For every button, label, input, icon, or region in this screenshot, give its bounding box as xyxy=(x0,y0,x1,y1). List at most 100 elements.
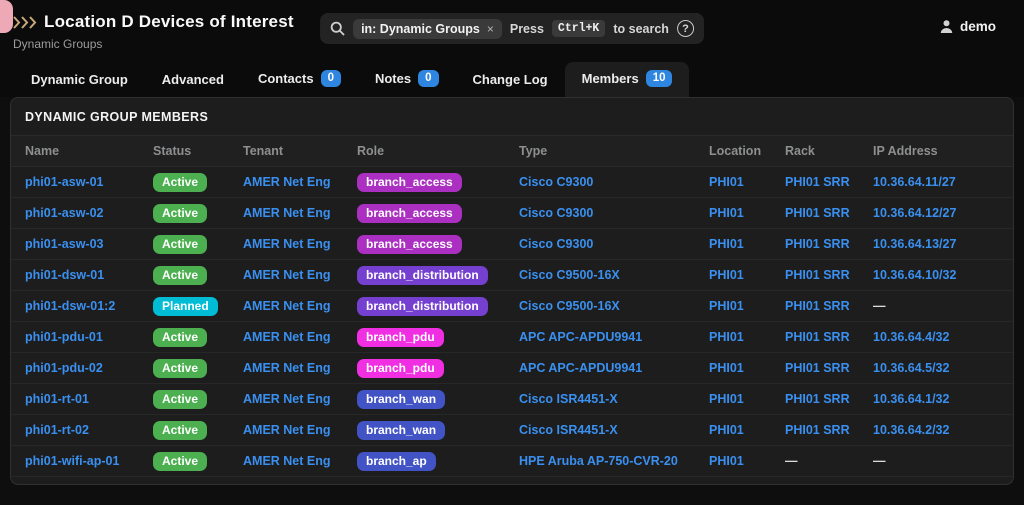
role-badge[interactable]: branch_pdu xyxy=(357,359,444,378)
role-badge[interactable]: branch_distribution xyxy=(357,266,488,285)
tab-contacts[interactable]: Contacts 0 xyxy=(241,62,358,97)
device-type-link[interactable]: Cisco ISR4451-X xyxy=(519,423,618,437)
role-badge[interactable]: branch_pdu xyxy=(357,328,444,347)
ip-address-link[interactable]: 10.36.64.13/27 xyxy=(873,237,956,251)
role-badge[interactable]: branch_wan xyxy=(357,390,445,409)
tab-dynamic-group[interactable]: Dynamic Group xyxy=(14,64,145,97)
tab-change-log[interactable]: Change Log xyxy=(456,64,565,97)
ip-address-link[interactable]: 10.36.64.1/32 xyxy=(873,392,949,406)
device-type-link[interactable]: HPE Aruba AP-750-CVR-20 xyxy=(519,454,678,468)
tenant-link[interactable]: AMER Net Eng xyxy=(243,423,331,437)
device-type-link[interactable]: Cisco C9300 xyxy=(519,175,593,189)
rack-link[interactable]: PHI01 SRR xyxy=(785,237,850,251)
location-link[interactable]: PHI01 xyxy=(709,175,744,189)
role-badge[interactable]: branch_wan xyxy=(357,421,445,440)
tab-advanced[interactable]: Advanced xyxy=(145,64,241,97)
device-link[interactable]: phi01-wifi-ap-01 xyxy=(25,454,119,468)
device-link[interactable]: phi01-asw-03 xyxy=(25,237,104,251)
rack-link[interactable]: PHI01 SRR xyxy=(785,268,850,282)
ip-address-link[interactable]: 10.36.64.11/27 xyxy=(873,175,956,189)
tab-notes[interactable]: Notes 0 xyxy=(358,62,456,97)
tenant-link[interactable]: AMER Net Eng xyxy=(243,361,331,375)
device-type-link[interactable]: Cisco C9300 xyxy=(519,237,593,251)
rack-link[interactable]: PHI01 SRR xyxy=(785,175,850,189)
device-link[interactable]: phi01-pdu-02 xyxy=(25,361,103,375)
sidebar-expand-chevrons-icon[interactable] xyxy=(13,16,37,29)
tab-members[interactable]: Members 10 xyxy=(565,62,690,97)
location-link[interactable]: PHI01 xyxy=(709,237,744,251)
status-badge[interactable]: Active xyxy=(153,452,207,471)
location-link[interactable]: PHI01 xyxy=(709,361,744,375)
device-type-link[interactable]: APC APC-APDU9941 xyxy=(519,330,642,344)
tenant-link[interactable]: AMER Net Eng xyxy=(243,454,331,468)
device-link[interactable]: phi01-asw-01 xyxy=(25,175,104,189)
col-header-status[interactable]: Status xyxy=(145,136,235,167)
status-badge[interactable]: Active xyxy=(153,390,207,409)
search-filter-chip[interactable]: in: Dynamic Groups × xyxy=(353,19,502,39)
rack-link[interactable]: PHI01 SRR xyxy=(785,206,850,220)
device-type-link[interactable]: Cisco ISR4451-X xyxy=(519,392,618,406)
ip-address-link[interactable]: 10.36.64.10/32 xyxy=(873,268,956,282)
status-badge[interactable]: Active xyxy=(153,359,207,378)
breadcrumb[interactable]: Dynamic Groups xyxy=(13,37,294,51)
device-link[interactable]: phi01-dsw-01 xyxy=(25,268,104,282)
user-menu[interactable]: demo xyxy=(939,19,996,34)
ip-address-link[interactable]: 10.36.64.12/27 xyxy=(873,206,956,220)
tenant-link[interactable]: AMER Net Eng xyxy=(243,330,331,344)
device-link[interactable]: phi01-rt-01 xyxy=(25,392,89,406)
col-header-role[interactable]: Role xyxy=(349,136,511,167)
device-link[interactable]: phi01-dsw-01:2 xyxy=(25,299,115,313)
tenant-link[interactable]: AMER Net Eng xyxy=(243,175,331,189)
cell-rack: PHI01 SRR xyxy=(777,260,865,291)
device-link[interactable]: phi01-pdu-01 xyxy=(25,330,103,344)
device-type-link[interactable]: APC APC-APDU9941 xyxy=(519,361,642,375)
col-header-rack[interactable]: Rack xyxy=(777,136,865,167)
tenant-link[interactable]: AMER Net Eng xyxy=(243,392,331,406)
status-badge[interactable]: Active xyxy=(153,266,207,285)
device-type-link[interactable]: Cisco C9300 xyxy=(519,206,593,220)
sidebar-pink-notch[interactable] xyxy=(0,0,13,33)
location-link[interactable]: PHI01 xyxy=(709,423,744,437)
status-badge[interactable]: Active xyxy=(153,421,207,440)
chip-close-icon[interactable]: × xyxy=(487,22,494,36)
col-header-tenant[interactable]: Tenant xyxy=(235,136,349,167)
col-header-location[interactable]: Location xyxy=(701,136,777,167)
role-badge[interactable]: branch_distribution xyxy=(357,297,488,316)
rack-link[interactable]: PHI01 SRR xyxy=(785,392,850,406)
rack-link[interactable]: PHI01 SRR xyxy=(785,423,850,437)
device-link[interactable]: phi01-asw-02 xyxy=(25,206,104,220)
tenant-link[interactable]: AMER Net Eng xyxy=(243,237,331,251)
col-header-name[interactable]: Name xyxy=(11,136,145,167)
device-link[interactable]: phi01-rt-02 xyxy=(25,423,89,437)
tenant-link[interactable]: AMER Net Eng xyxy=(243,268,331,282)
ip-address-link[interactable]: 10.36.64.5/32 xyxy=(873,361,949,375)
ip-address-link[interactable]: 10.36.64.2/32 xyxy=(873,423,949,437)
location-link[interactable]: PHI01 xyxy=(709,299,744,313)
role-badge[interactable]: branch_ap xyxy=(357,452,436,471)
rack-link[interactable]: PHI01 SRR xyxy=(785,299,850,313)
col-header-type[interactable]: Type xyxy=(511,136,701,167)
device-type-link[interactable]: Cisco C9500-16X xyxy=(519,299,620,313)
ip-address-link[interactable]: 10.36.64.4/32 xyxy=(873,330,949,344)
device-type-link[interactable]: Cisco C9500-16X xyxy=(519,268,620,282)
status-badge[interactable]: Active xyxy=(153,204,207,223)
role-badge[interactable]: branch_access xyxy=(357,204,462,223)
location-link[interactable]: PHI01 xyxy=(709,206,744,220)
rack-link[interactable]: PHI01 SRR xyxy=(785,361,850,375)
role-badge[interactable]: branch_access xyxy=(357,235,462,254)
status-badge[interactable]: Planned xyxy=(153,297,218,316)
col-header-ip[interactable]: IP Address xyxy=(865,136,1013,167)
tenant-link[interactable]: AMER Net Eng xyxy=(243,206,331,220)
global-search-input[interactable]: in: Dynamic Groups × Press Ctrl+K to sea… xyxy=(320,13,704,44)
tenant-link[interactable]: AMER Net Eng xyxy=(243,299,331,313)
help-icon[interactable]: ? xyxy=(677,20,694,37)
status-badge[interactable]: Active xyxy=(153,173,207,192)
status-badge[interactable]: Active xyxy=(153,235,207,254)
location-link[interactable]: PHI01 xyxy=(709,392,744,406)
role-badge[interactable]: branch_access xyxy=(357,173,462,192)
location-link[interactable]: PHI01 xyxy=(709,454,744,468)
rack-link[interactable]: PHI01 SRR xyxy=(785,330,850,344)
location-link[interactable]: PHI01 xyxy=(709,330,744,344)
status-badge[interactable]: Active xyxy=(153,328,207,347)
location-link[interactable]: PHI01 xyxy=(709,268,744,282)
